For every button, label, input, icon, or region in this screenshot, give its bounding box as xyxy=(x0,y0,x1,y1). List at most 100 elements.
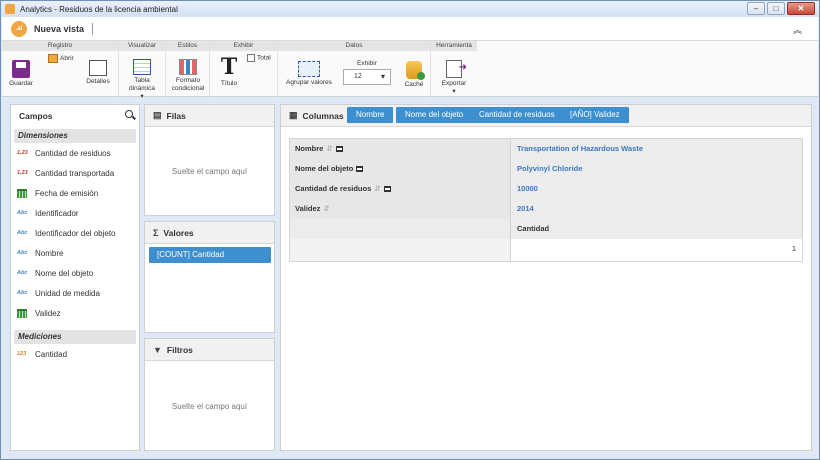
valor-chip[interactable]: [COUNT] Cantidad xyxy=(149,247,271,263)
detalles-button[interactable]: Detalles xyxy=(84,60,112,86)
guardar-button[interactable]: Guardar xyxy=(8,60,34,88)
ribbon-group-registro: Registro Guardar Abrir Detalles xyxy=(2,41,119,97)
column-chip-nombre[interactable]: Nombre xyxy=(347,107,394,123)
group-title: Registro xyxy=(2,41,118,51)
formato-condicional-button[interactable]: Formato condicional xyxy=(170,59,206,93)
sort-icon[interactable]: ⇵ xyxy=(374,184,380,193)
dropdown-arrow-icon: ▾ xyxy=(452,88,456,95)
field-item[interactable]: 123 Cantidad xyxy=(11,344,139,364)
pivot-row-value: Polyvinyl Chloride xyxy=(511,159,802,179)
total-checkbox[interactable]: Total xyxy=(247,54,271,63)
rows-icon: ▤ xyxy=(153,110,162,120)
field-item[interactable]: Fecha de emisión xyxy=(11,183,139,203)
filas-panel: ▤ Filas Suelte el campo aquí xyxy=(144,104,275,216)
field-label: Cantidad transportada xyxy=(35,168,115,178)
column-chip-ano-validez[interactable]: [AÑO] Validez xyxy=(561,107,629,123)
export-icon xyxy=(446,60,467,78)
abrir-label: Abrir xyxy=(60,55,74,63)
collapse-icon[interactable] xyxy=(335,146,343,153)
details-icon xyxy=(89,60,107,76)
pivot-row: Cantidad de residuos ⇵ 10000 xyxy=(290,179,802,199)
column-chip-nome-del-objeto[interactable]: Nome del objeto xyxy=(396,107,473,123)
mediciones-section: Mediciones xyxy=(14,330,136,344)
columnas-title: Columnas xyxy=(302,110,344,121)
close-button[interactable]: ✕ xyxy=(787,2,815,15)
field-label: Nome del objeto xyxy=(35,268,94,278)
header-separator xyxy=(92,22,94,35)
exportar-label: Exportar xyxy=(441,80,467,87)
search-icon[interactable] xyxy=(125,110,133,118)
pivot-row-label[interactable]: Nome del objeto xyxy=(290,159,511,179)
pivot-row-label[interactable]: Validez ⇵ xyxy=(290,199,511,219)
tabla-label: Tabla xyxy=(134,77,150,84)
filtros-header: ▼ Filtros xyxy=(145,339,274,361)
filas-drop-zone[interactable]: Suelte el campo aquí xyxy=(145,167,274,176)
titulo-button[interactable]: T Título xyxy=(216,56,242,88)
field-item[interactable]: Validez xyxy=(11,303,139,323)
abrir-button[interactable]: Abrir xyxy=(48,54,74,63)
pivot-measure-value: 1 xyxy=(511,239,802,261)
minimize-button[interactable]: – xyxy=(747,2,765,15)
tabla-dinamica-button[interactable]: Tabla dinámica ▾ xyxy=(125,59,159,101)
collapse-icon[interactable] xyxy=(383,186,391,193)
exhibir-label: Exhibir xyxy=(357,60,377,67)
group-title: Visualizar xyxy=(119,41,165,51)
field-label: Cantidad xyxy=(35,349,68,359)
sort-icon[interactable]: ⇵ xyxy=(326,144,332,153)
field-item[interactable]: Abc Nombre xyxy=(11,243,139,263)
number-field-icon: 123 xyxy=(17,351,27,357)
folder-icon xyxy=(48,54,58,63)
field-item[interactable]: Abc Identificador del objeto xyxy=(11,223,139,243)
ribbon-group-exhibir: Exhibir T Título Total xyxy=(210,41,278,97)
pivot-corner xyxy=(290,219,511,239)
campos-title: Campos xyxy=(19,111,53,121)
valores-header: Σ Valores xyxy=(145,222,274,244)
number-field-icon: 1,23 xyxy=(17,150,28,156)
pivot-measure-header: Cantidad xyxy=(511,219,802,239)
dinamica-label: dinámica xyxy=(128,85,155,92)
filtros-drop-zone[interactable]: Suelte el campo aquí xyxy=(145,402,274,411)
field-label: Fecha de emisión xyxy=(35,188,99,198)
formato-label: Formato xyxy=(175,77,201,84)
checkbox-icon[interactable] xyxy=(247,54,255,62)
title-bar: Analytics - Residuos de la licencia ambi… xyxy=(1,1,819,17)
view-name[interactable]: Nueva vista xyxy=(34,24,84,34)
exportar-button[interactable]: Exportar ▾ xyxy=(437,60,471,96)
field-label: Cantidad de residuos xyxy=(35,148,111,158)
number-field-icon: 1,23 xyxy=(17,170,28,176)
dimensiones-section: Dimensiones xyxy=(14,129,136,143)
maximize-button[interactable]: □ xyxy=(767,2,785,15)
filas-title: Filas xyxy=(166,110,186,121)
text-field-icon: Abc xyxy=(17,270,28,276)
save-icon xyxy=(12,60,30,78)
sort-icon[interactable]: ⇵ xyxy=(323,204,329,213)
agrupar-valores-button[interactable]: Agrupar valores xyxy=(284,61,334,87)
ribbon-group-visualizar: Visualizar Tabla dinámica ▾ xyxy=(119,41,166,100)
exhibir-select[interactable]: 12 xyxy=(343,69,391,85)
pivot-row-label[interactable]: Nombre ⇵ xyxy=(290,139,511,159)
app-header: .al Nueva vista ︽ xyxy=(2,17,818,41)
dropdown-arrow-icon: ▾ xyxy=(140,93,144,100)
field-label: Unidad de medida xyxy=(35,288,100,298)
ribbon-group-estilos: Estilos Formato condicional xyxy=(166,41,210,97)
campos-panel: Campos Dimensiones 1,23 Cantidad de resid… xyxy=(10,104,140,451)
field-item[interactable]: 1,23 Cantidad transportada xyxy=(11,163,139,183)
column-chip-cantidad-de-residuos[interactable]: Cantidad de residuos xyxy=(470,107,564,123)
field-label: Identificador xyxy=(35,208,79,218)
pivot-row-label[interactable]: Cantidad de residuos ⇵ xyxy=(290,179,511,199)
window-title: Analytics - Residuos de la licencia ambi… xyxy=(20,4,178,14)
field-item[interactable]: Abc Unidad de medida xyxy=(11,283,139,303)
valores-panel: Σ Valores [COUNT] Cantidad xyxy=(144,221,275,333)
conditional-format-icon xyxy=(179,59,197,75)
group-title: Herramienta xyxy=(431,41,477,51)
field-item[interactable]: 1,23 Cantidad de residuos xyxy=(11,143,139,163)
columns-icon: ▦ xyxy=(289,110,298,120)
field-item[interactable]: Abc Identificador xyxy=(11,203,139,223)
field-item[interactable]: Abc Nome del objeto xyxy=(11,263,139,283)
collapse-icon[interactable] xyxy=(356,166,364,173)
collapse-ribbon-icon[interactable]: ︽ xyxy=(793,23,802,36)
cache-button[interactable]: Caché xyxy=(402,61,426,89)
campos-header: Campos xyxy=(11,105,139,127)
guardar-label: Guardar xyxy=(9,80,33,87)
group-title: Estilos xyxy=(166,41,209,51)
